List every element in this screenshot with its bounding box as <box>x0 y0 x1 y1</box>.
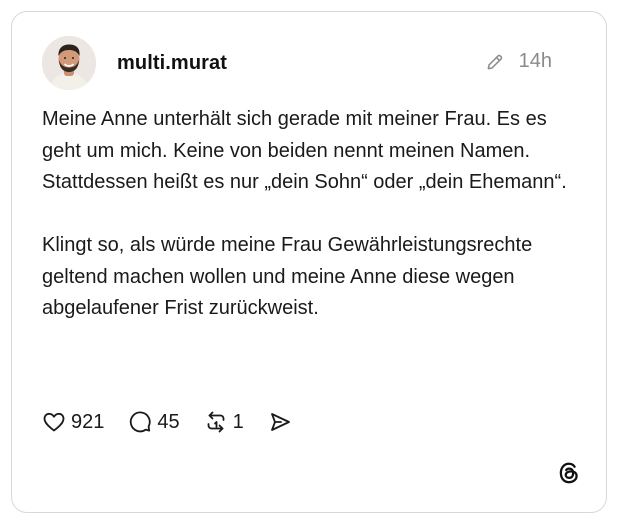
repost-icon <box>204 410 228 434</box>
repost-button[interactable]: 1 <box>204 410 244 434</box>
pencil-icon <box>485 52 505 72</box>
action-bar: 921 45 1 <box>42 408 316 436</box>
like-button[interactable]: 921 <box>42 410 104 434</box>
like-count: 921 <box>71 410 105 433</box>
threads-logo-icon <box>556 460 582 486</box>
post-paragraph: Klingt so, als würde meine Frau Gewährle… <box>42 234 533 319</box>
username[interactable]: multi.murat <box>117 52 227 75</box>
repost-count: 1 <box>232 410 244 433</box>
comment-icon <box>128 410 152 434</box>
timestamp: 14h <box>518 50 552 72</box>
comment-button[interactable]: 45 <box>128 410 180 434</box>
post-body: Meine Anne unterhält sich gerade mit mei… <box>42 104 582 325</box>
avatar[interactable] <box>42 36 96 90</box>
heart-icon <box>42 410 66 434</box>
post-meta: 14h <box>485 50 552 73</box>
post-card: multi.murat 14h Meine Anne unterhält sic… <box>11 11 607 513</box>
post-paragraph: Meine Anne unterhält sich gerade mit mei… <box>42 108 567 193</box>
avatar-image <box>42 36 96 90</box>
send-icon <box>268 410 292 434</box>
share-button[interactable] <box>268 410 292 434</box>
comment-count: 45 <box>157 410 180 433</box>
